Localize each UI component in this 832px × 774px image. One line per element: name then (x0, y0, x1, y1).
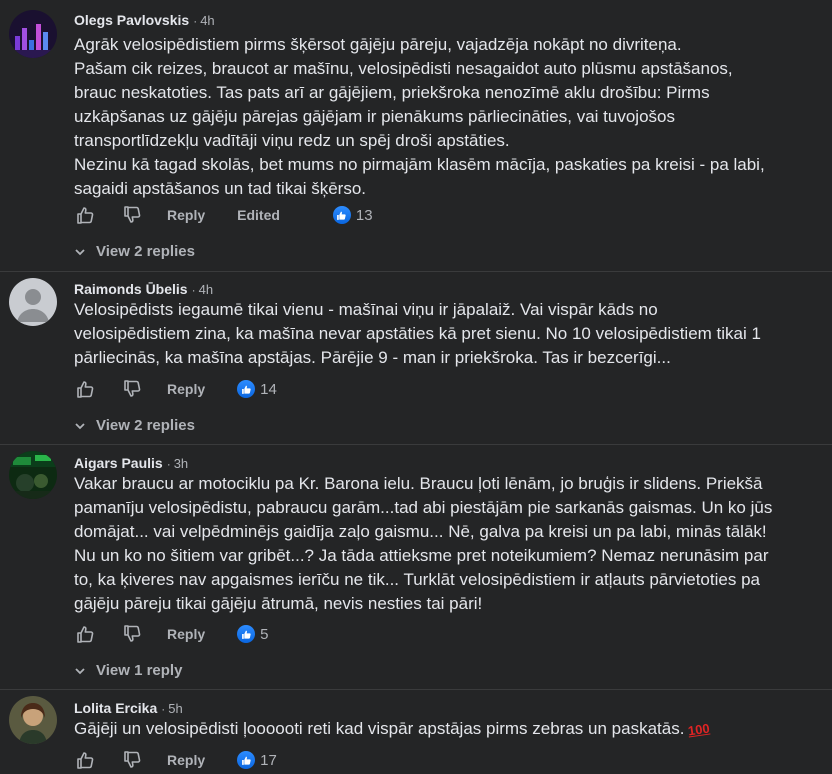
thumbs-down-icon[interactable] (121, 623, 143, 645)
separator-dot: · (166, 457, 171, 471)
comments-feed: Olegs Pavlovskis · 4h Agrāk velosipēdistie… (0, 0, 832, 774)
thumbs-up-icon[interactable] (74, 378, 96, 400)
reaction-summary[interactable]: 5 (237, 625, 268, 643)
timestamp[interactable]: 3h (174, 456, 188, 471)
separator-dot: · (193, 14, 198, 28)
comment-actions: Reply Edited 13 (74, 203, 373, 227)
like-reaction-icon (332, 206, 351, 224)
author-name[interactable]: Aigars Paulis (74, 455, 163, 471)
author-line: Raimonds Ūbelis · 4h (74, 280, 213, 299)
reaction-summary[interactable]: 14 (237, 380, 277, 398)
chevron-down-icon (74, 246, 86, 258)
thumbs-up-icon[interactable] (74, 623, 96, 645)
reaction-summary[interactable]: 13 (332, 206, 373, 224)
thumbs-up-icon[interactable] (74, 749, 96, 771)
view-replies-label: View 2 replies (96, 417, 195, 434)
divider (0, 271, 832, 272)
avatar[interactable] (9, 451, 57, 499)
reaction-count: 17 (260, 751, 277, 769)
edited-label[interactable]: Edited (237, 207, 280, 223)
reply-button[interactable]: Reply (167, 381, 205, 397)
thumbs-down-icon[interactable] (121, 749, 143, 771)
reaction-summary[interactable]: 17 (237, 751, 277, 769)
timestamp[interactable]: 4h (200, 13, 214, 28)
divider (0, 444, 832, 445)
view-replies-button[interactable]: View 2 replies (74, 243, 195, 260)
like-reaction-icon (237, 380, 256, 398)
comment-actions: Reply 5 (74, 622, 268, 646)
comment-text-line: Gājēji un velosipēdisti ļoooooti reti ka… (74, 717, 774, 742)
view-replies-button[interactable]: View 1 reply (74, 662, 182, 679)
avatar[interactable] (9, 10, 57, 58)
comment-actions: Reply 17 (74, 748, 277, 772)
avatar[interactable] (9, 278, 57, 326)
reply-button[interactable]: Reply (167, 626, 205, 642)
thumbs-down-icon[interactable] (121, 378, 143, 400)
comment-text: Velosipēdists iegaumē tikai vienu - mašī… (74, 300, 761, 367)
author-name[interactable]: Raimonds Ūbelis (74, 281, 188, 297)
reply-button[interactable]: Reply (167, 752, 205, 768)
chevron-down-icon (74, 665, 86, 677)
comment-text: Gājēji un velosipēdisti ļoooooti reti ka… (74, 719, 685, 738)
like-reaction-icon (237, 625, 256, 643)
thumbs-up-icon[interactable] (74, 204, 96, 226)
like-reaction-icon (237, 751, 256, 769)
author-line: Aigars Paulis · 3h (74, 454, 188, 473)
chevron-down-icon (74, 420, 86, 432)
reply-button[interactable]: Reply (167, 207, 205, 223)
timestamp[interactable]: 5h (168, 701, 182, 716)
separator-dot: · (191, 283, 196, 297)
divider (0, 689, 832, 690)
reaction-count: 14 (260, 380, 277, 398)
author-line: Olegs Pavlovskis · 4h (74, 11, 215, 30)
view-replies-label: View 2 replies (96, 243, 195, 260)
view-replies-button[interactable]: View 2 replies (74, 417, 195, 434)
author-name[interactable]: Lolita Ercika (74, 700, 157, 716)
avatar[interactable] (9, 696, 57, 744)
separator-dot: · (161, 702, 166, 716)
author-line: Lolita Ercika · 5h (74, 699, 183, 718)
hundred-points-emoji: 100 (687, 720, 712, 739)
reaction-count: 5 (260, 625, 269, 643)
timestamp[interactable]: 4h (199, 282, 213, 297)
comment-actions: Reply 14 (74, 377, 277, 401)
view-replies-label: View 1 reply (96, 662, 183, 679)
thumbs-down-icon[interactable] (121, 204, 143, 226)
comment-text: Vakar braucu ar motociklu pa Kr. Barona … (74, 474, 773, 613)
comment-text: Agrāk velosipēdistiem pirms šķērsot gājē… (74, 35, 765, 198)
reaction-count: 13 (355, 206, 373, 224)
author-name[interactable]: Olegs Pavlovskis (74, 12, 189, 28)
